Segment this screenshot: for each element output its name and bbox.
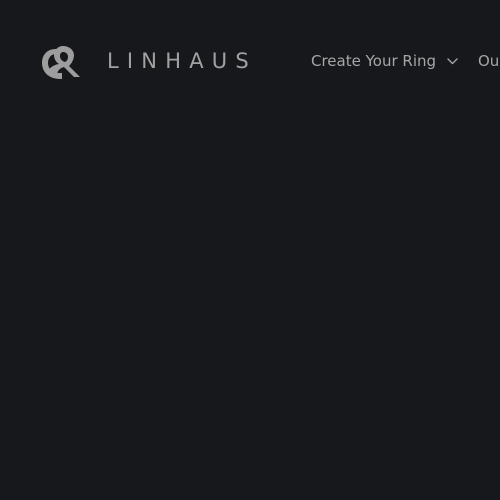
chevron-down-icon [447, 57, 458, 64]
nav-item-label: Ou [478, 52, 500, 70]
site-header: LINHAUS Create Your Ring Ou [0, 0, 500, 120]
nav-item-create-your-ring[interactable]: Create Your Ring [311, 50, 458, 72]
ampersand-logo-icon[interactable] [40, 41, 80, 79]
nav-item-label: Create Your Ring [311, 52, 437, 70]
main-navigation: Create Your Ring Ou [311, 50, 499, 72]
brand-wordmark[interactable]: LINHAUS [107, 46, 257, 76]
main-content [0, 120, 500, 500]
nav-item-partial[interactable]: Ou [478, 50, 499, 72]
